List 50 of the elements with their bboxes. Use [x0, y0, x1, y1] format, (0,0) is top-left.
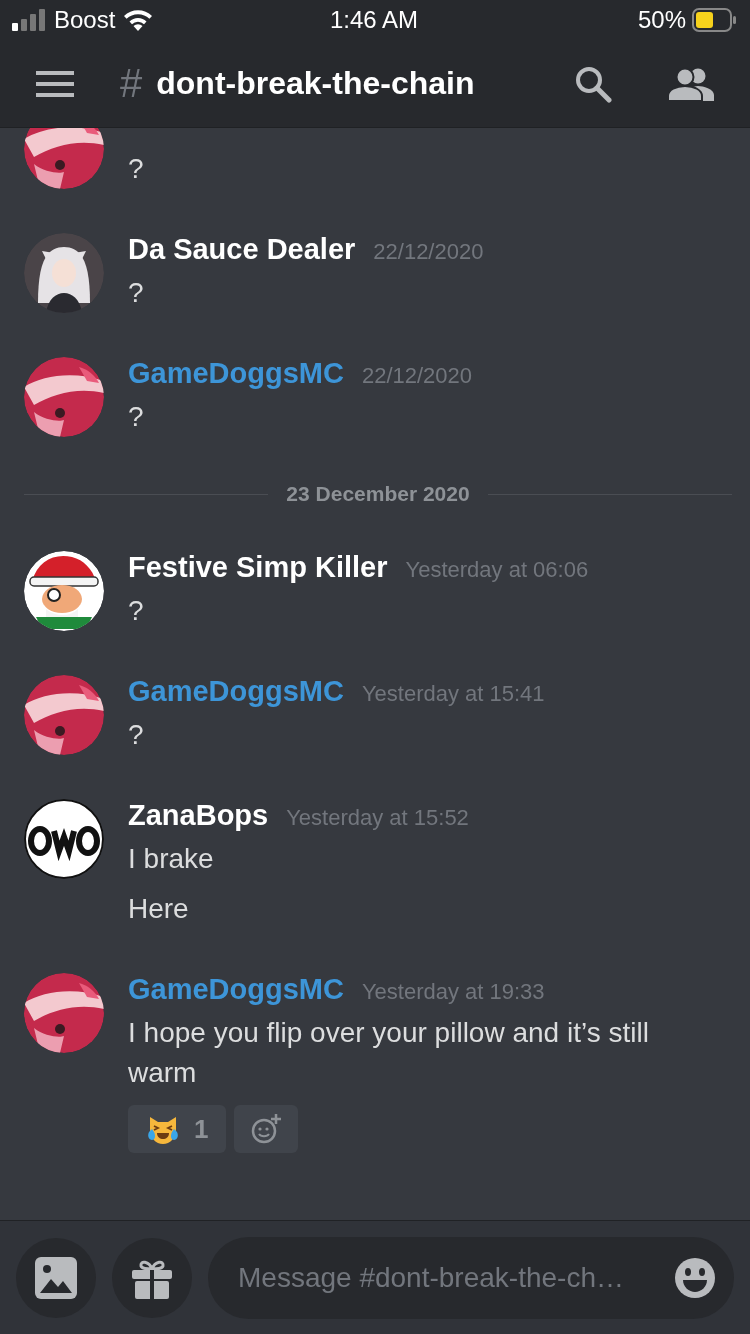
- author-name[interactable]: GameDoggsMC: [128, 357, 344, 390]
- add-reaction-icon: [250, 1113, 283, 1145]
- timestamp: Yesterday at 19:33: [361, 979, 545, 1005]
- timestamp: Yesterday at 15:52: [286, 805, 469, 831]
- message-text: ?: [128, 594, 145, 628]
- add-reaction-button[interactable]: [234, 1105, 299, 1153]
- reaction-button[interactable]: 1: [128, 1105, 227, 1153]
- avatar[interactable]: [24, 675, 104, 755]
- author-name[interactable]: Da Sauce Dealer: [128, 233, 356, 266]
- timestamp: 22/12/2020: [373, 239, 484, 265]
- battery-percent: 50%: [637, 6, 686, 34]
- avatar[interactable]: [24, 973, 104, 1053]
- message-text: ?: [128, 152, 145, 186]
- people-icon: [668, 66, 714, 101]
- author-name[interactable]: GameDoggsMC: [128, 675, 344, 708]
- clock-time: 1:46 AM: [329, 6, 419, 34]
- avatar[interactable]: [24, 233, 104, 313]
- date-divider-label: 23 December 2020: [286, 482, 470, 506]
- image-icon: [35, 1256, 77, 1299]
- avatar[interactable]: [24, 551, 104, 631]
- message-text: ?: [128, 276, 145, 310]
- avatar[interactable]: [24, 357, 104, 437]
- message-field[interactable]: Message #dont-break-the-ch…: [208, 1236, 734, 1319]
- author-name[interactable]: Festive Simp Killer: [128, 551, 388, 584]
- message-text: ?: [128, 400, 145, 434]
- smiley-icon: [674, 1256, 716, 1299]
- members-button[interactable]: [668, 66, 714, 101]
- signal-icon: [12, 9, 46, 31]
- menu-icon: [36, 69, 74, 98]
- search-icon: [574, 64, 612, 103]
- message-text: I hope you flip over your pillow and it’s still warm: [128, 1016, 650, 1090]
- timestamp: Yesterday at 15:41: [361, 681, 545, 707]
- author-name[interactable]: GameDoggsMC: [128, 973, 344, 1006]
- channel-name: dont-break-the-chain: [156, 65, 476, 102]
- battery-icon: [692, 8, 736, 32]
- timestamp: Yesterday at 06:06: [405, 557, 589, 583]
- avatar[interactable]: [24, 128, 104, 189]
- emoji-button[interactable]: [674, 1256, 716, 1299]
- search-button[interactable]: [574, 64, 612, 103]
- message-text: ?: [128, 718, 145, 752]
- wifi-icon: [123, 9, 154, 31]
- timestamp: 22/12/2020: [361, 363, 473, 389]
- message-text: Here: [128, 892, 190, 926]
- channel-hash: #: [120, 61, 143, 106]
- avatar[interactable]: [24, 799, 104, 879]
- message-text: I brake: [128, 842, 215, 876]
- carrier-name: Boost: [54, 6, 116, 34]
- author-name[interactable]: ZanaBops: [128, 799, 269, 832]
- menu-button[interactable]: [36, 69, 74, 98]
- message-input[interactable]: Message #dont-break-the-ch…: [236, 1260, 674, 1295]
